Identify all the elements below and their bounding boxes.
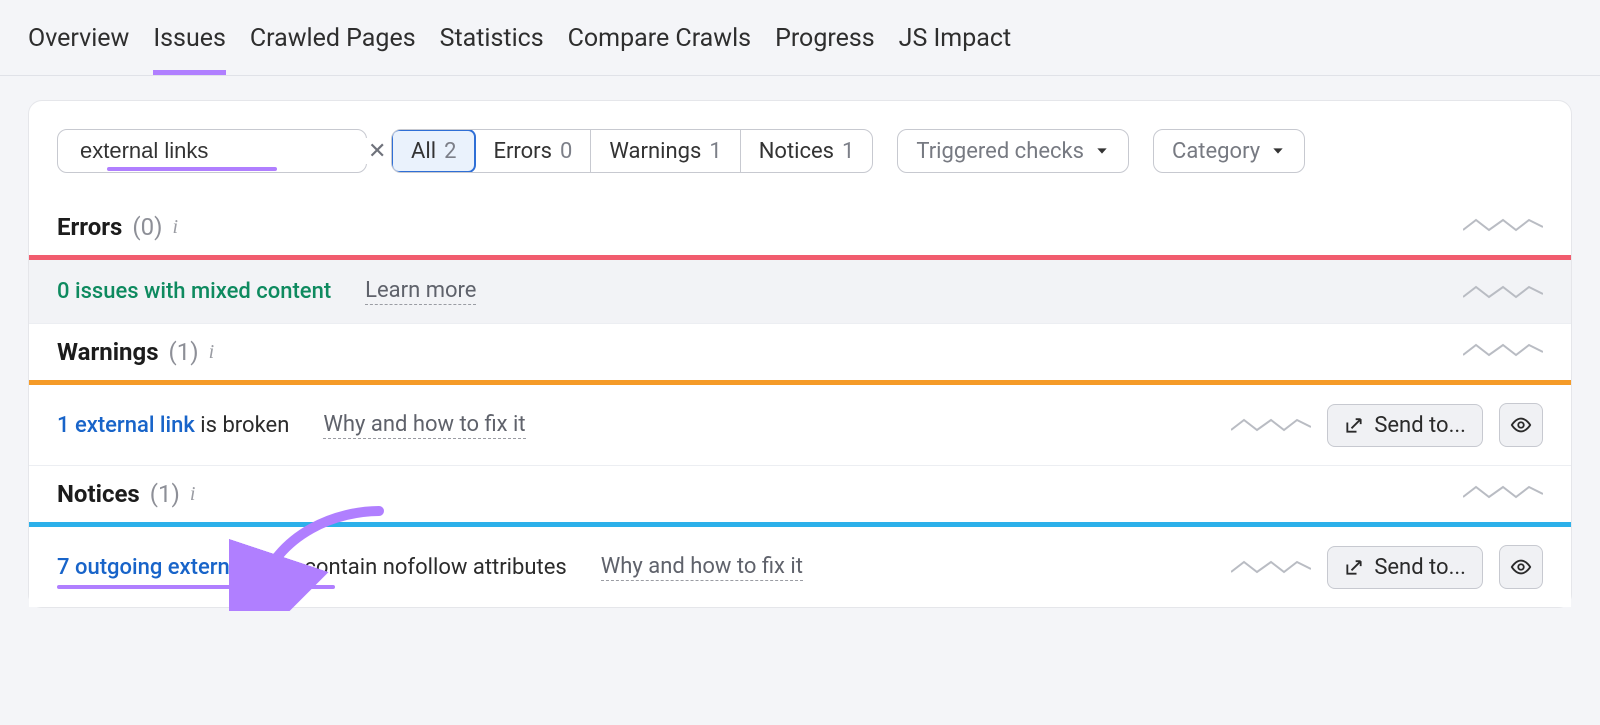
issue-nofollow-text: contain nofollow attributes (299, 555, 567, 580)
warnings-count: (1) (169, 338, 199, 366)
notices-header: Notices (1) i (29, 466, 1571, 522)
search-input[interactable] (80, 138, 368, 164)
tab-progress[interactable]: Progress (775, 24, 875, 59)
send-to-label: Send to... (1374, 555, 1466, 580)
issue-broken-link-count[interactable]: 1 external link (57, 413, 195, 438)
issue-row-nofollow[interactable]: 7 outgoing external links contain nofoll… (29, 527, 1571, 607)
learn-more-link[interactable]: Learn more (365, 278, 476, 305)
info-icon[interactable]: i (209, 341, 215, 364)
send-to-button[interactable]: Send to... (1327, 404, 1483, 447)
filter-notices[interactable]: Notices 1 (741, 130, 873, 172)
eye-icon (1510, 414, 1532, 436)
controls-row: ✕ All 2 Errors 0 Warnings 1 Notices 1 Tr… (29, 101, 1571, 199)
share-icon (1344, 557, 1364, 577)
filter-group: All 2 Errors 0 Warnings 1 Notices 1 (391, 129, 873, 173)
top-tabs: Overview Issues Crawled Pages Statistics… (0, 0, 1600, 76)
tab-js-impact[interactable]: JS Impact (899, 24, 1011, 59)
send-to-button[interactable]: Send to... (1327, 546, 1483, 589)
triggered-checks-label: Triggered checks (916, 139, 1084, 164)
filter-all-label: All (411, 139, 436, 164)
send-to-label: Send to... (1374, 413, 1466, 438)
filter-notices-label: Notices (759, 139, 834, 164)
issues-panel: ✕ All 2 Errors 0 Warnings 1 Notices 1 Tr… (28, 100, 1572, 608)
search-highlight (107, 167, 277, 171)
nofollow-highlight (57, 585, 335, 589)
chevron-down-icon (1270, 143, 1286, 159)
category-label: Category (1172, 139, 1260, 164)
filter-all[interactable]: All 2 (391, 129, 476, 173)
filter-all-count: 2 (444, 139, 456, 164)
why-fix-link[interactable]: Why and how to fix it (323, 412, 525, 439)
filter-warnings[interactable]: Warnings 1 (591, 130, 740, 172)
errors-title: Errors (57, 213, 122, 241)
filter-errors-count: 0 (560, 139, 572, 164)
view-button[interactable] (1499, 545, 1543, 589)
filter-errors[interactable]: Errors 0 (475, 130, 591, 172)
filter-notices-count: 1 (842, 139, 854, 164)
sparkline (1463, 215, 1543, 235)
notices-count: (1) (150, 480, 180, 508)
chevron-down-icon (1094, 143, 1110, 159)
share-icon (1344, 415, 1364, 435)
issue-broken-link-text: is broken (195, 413, 290, 438)
errors-count: (0) (132, 213, 162, 241)
notices-title: Notices (57, 480, 140, 508)
sparkline (1463, 282, 1543, 302)
sparkline (1463, 340, 1543, 360)
clear-icon[interactable]: ✕ (368, 139, 386, 164)
errors-header: Errors (0) i (29, 199, 1571, 255)
info-icon[interactable]: i (190, 483, 196, 506)
warnings-title: Warnings (57, 338, 159, 366)
filter-errors-label: Errors (493, 139, 552, 164)
view-button[interactable] (1499, 403, 1543, 447)
sparkline (1231, 415, 1311, 435)
info-icon[interactable]: i (172, 216, 178, 239)
sparkline (1463, 482, 1543, 502)
triggered-checks-dropdown[interactable]: Triggered checks (897, 129, 1129, 173)
warnings-header: Warnings (1) i (29, 324, 1571, 380)
tab-issues[interactable]: Issues (153, 24, 226, 59)
eye-icon (1510, 556, 1532, 578)
tab-statistics[interactable]: Statistics (440, 24, 544, 59)
tab-crawled-pages[interactable]: Crawled Pages (250, 24, 416, 59)
category-dropdown[interactable]: Category (1153, 129, 1305, 173)
issue-nofollow-count[interactable]: 7 outgoing external links (57, 555, 299, 580)
filter-warnings-count: 1 (709, 139, 721, 164)
filter-warnings-label: Warnings (609, 139, 701, 164)
tab-overview[interactable]: Overview (28, 24, 129, 59)
issue-row-broken-link[interactable]: 1 external link is broken Why and how to… (29, 385, 1571, 466)
issue-row-mixed-content[interactable]: 0 issues with mixed content Learn more (29, 260, 1571, 324)
why-fix-link[interactable]: Why and how to fix it (601, 554, 803, 581)
tab-compare-crawls[interactable]: Compare Crawls (568, 24, 751, 59)
issue-mixed-content-link[interactable]: 0 issues with mixed content (57, 279, 331, 304)
sparkline (1231, 557, 1311, 577)
